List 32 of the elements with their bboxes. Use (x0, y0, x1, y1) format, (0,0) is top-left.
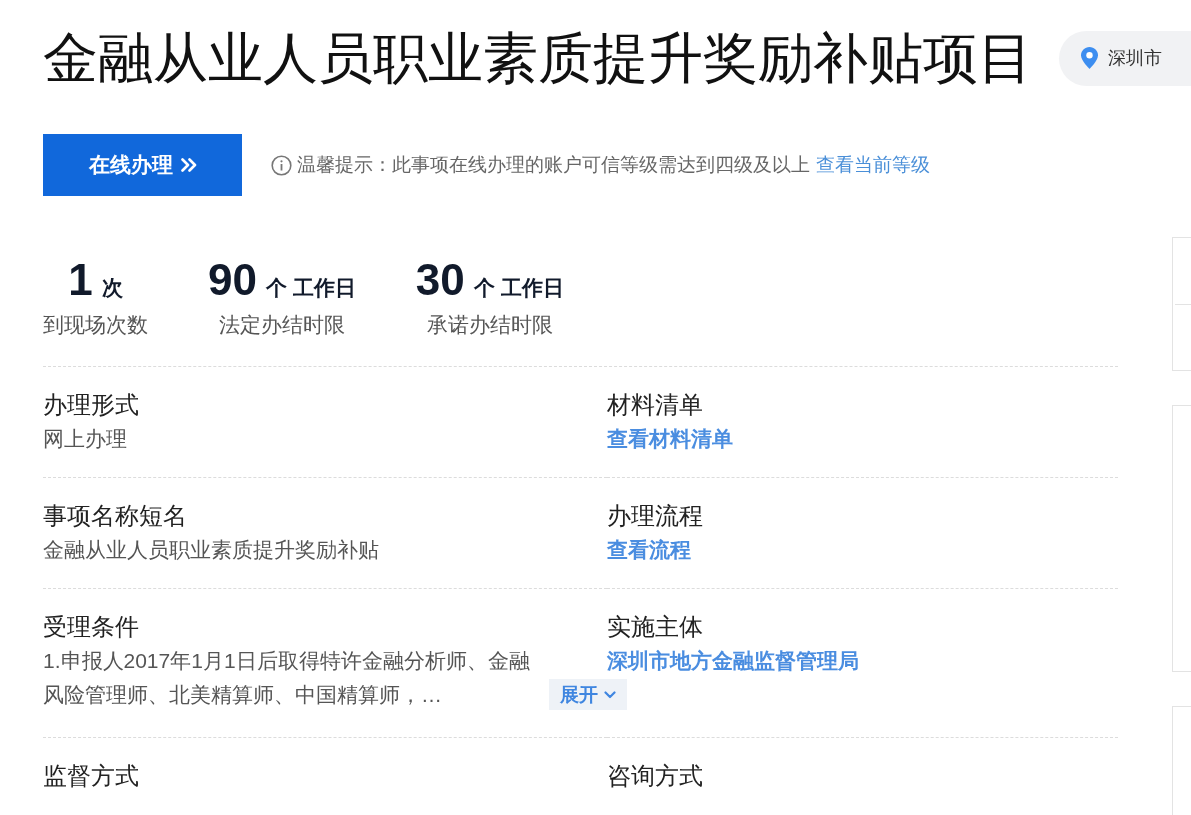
field-label: 事项名称短名 (43, 501, 187, 531)
stat-value: 1 (68, 256, 93, 304)
double-chevron-right-icon (180, 158, 197, 172)
check-level-link[interactable]: 查看当前等级 (816, 151, 930, 179)
info-icon (271, 154, 292, 176)
field-label: 监督方式 (43, 761, 139, 791)
field-label: 办理流程 (607, 501, 703, 531)
field-label: 咨询方式 (607, 761, 703, 791)
field-link[interactable]: 查看材料清单 (607, 422, 733, 456)
location-button[interactable]: 深圳市 (1059, 30, 1191, 86)
field-label: 实施主体 (607, 612, 703, 642)
notice-text: 温馨提示：此事项在线办理的账户可信等级需达到四级及以上 (297, 153, 810, 178)
field-link[interactable]: 深圳市地方金融监督管理局 (607, 644, 859, 678)
stat-value: 30 (415, 256, 465, 304)
stat-unit: 个 工作日 (473, 275, 564, 301)
stat-label: 法定办结时限 (218, 312, 345, 338)
stat-unit: 次 (101, 275, 123, 301)
field-value: 网上办理 (43, 426, 127, 452)
online-apply-button[interactable]: 在线办理 (43, 134, 242, 196)
field-label: 受理条件 (43, 612, 139, 642)
field-label: 材料清单 (607, 390, 703, 420)
field-link[interactable]: 查看流程 (607, 533, 691, 567)
page-title: 金融从业人员职业素质提升奖励补贴项目 (43, 26, 1033, 91)
stat-label: 承诺办结时限 (426, 312, 553, 338)
expand-button[interactable]: 展开 (549, 679, 627, 710)
field-value: 金融从业人员职业素质提升奖励补贴 (43, 537, 379, 563)
field-value: 1.申报人2017年1月1日后取得特许金融分析师、金融风险管理师、北美精算师、中国精算师，… (43, 648, 531, 708)
field-label: 办理形式 (43, 390, 139, 420)
location-pin-icon (1081, 47, 1098, 69)
stat-unit: 个 工作日 (265, 275, 356, 301)
stat-value: 90 (208, 256, 257, 304)
stat-label: 到现场次数 (43, 312, 148, 338)
